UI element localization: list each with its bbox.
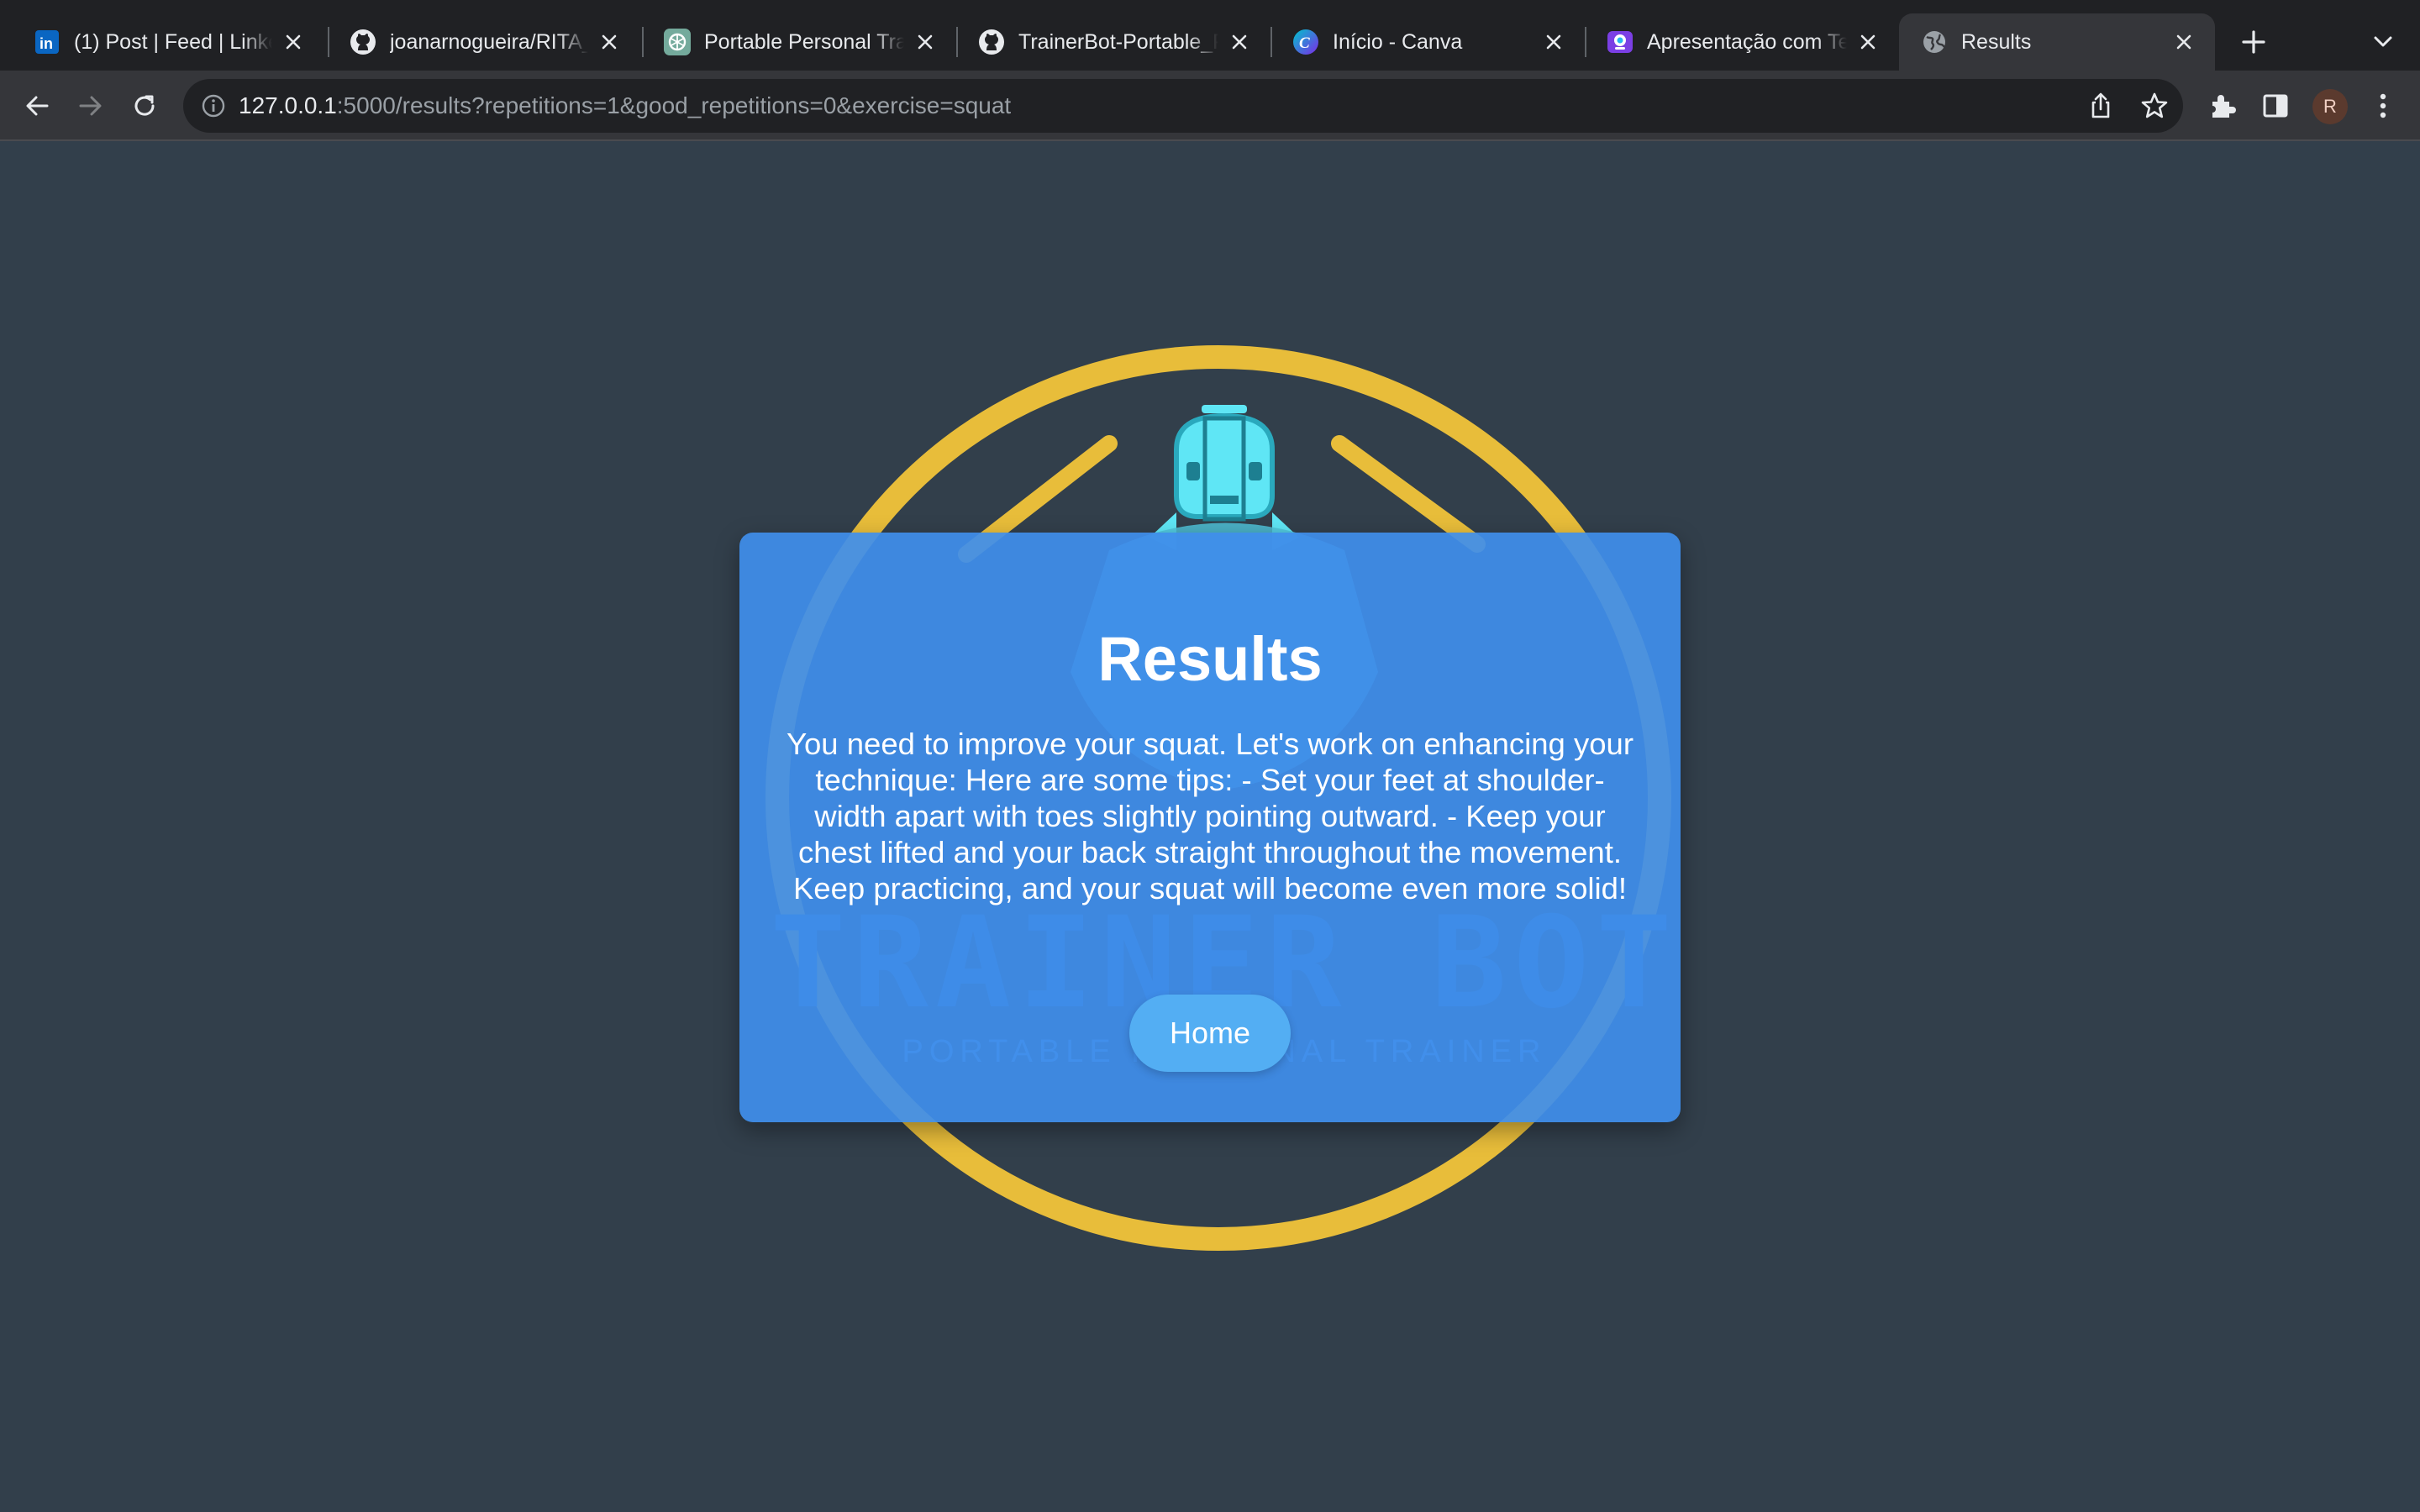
profile-avatar[interactable]: R <box>2312 89 2348 124</box>
tab-github-rita[interactable]: joanarnogueira/RITA_AI <box>328 13 640 71</box>
github-icon <box>978 29 1005 55</box>
close-icon[interactable] <box>1541 29 1566 55</box>
share-icon[interactable] <box>2086 91 2116 121</box>
close-icon[interactable] <box>597 29 622 55</box>
close-icon[interactable] <box>1855 29 1881 55</box>
svg-text:C: C <box>1299 34 1310 52</box>
tab-title: TrainerBot-Portable_Personal <box>1018 29 1218 54</box>
tab-title: Portable Personal Trainer <box>704 29 904 54</box>
tab-title: Results <box>1961 29 2032 54</box>
address-bar[interactable]: 127.0.0.1:5000/results?repetitions=1&goo… <box>183 79 2183 133</box>
tab-title: Apresentação com Templates <box>1647 29 1847 54</box>
browser-toolbar: 127.0.0.1:5000/results?repetitions=1&goo… <box>0 71 2420 141</box>
extensions-icon[interactable] <box>2205 89 2238 123</box>
tab-title: joanarnogueira/RITA_AI <box>390 29 588 54</box>
linkedin-icon: in <box>34 29 60 55</box>
plus-icon <box>2242 30 2265 54</box>
side-panel-icon[interactable] <box>2259 89 2292 123</box>
tab-title: Início - Canva <box>1333 29 1463 54</box>
tab-results[interactable]: Results <box>1899 13 2215 71</box>
reload-button[interactable] <box>124 86 165 126</box>
tab-linkedin[interactable]: in (1) Post | Feed | LinkedIn <box>12 13 324 71</box>
info-icon[interactable] <box>200 92 227 119</box>
back-button[interactable] <box>17 86 57 126</box>
tab-canva[interactable]: C Início - Canva <box>1270 13 1585 71</box>
arrow-right-icon <box>79 96 102 116</box>
canva-icon: C <box>1292 29 1319 55</box>
close-icon[interactable] <box>913 29 938 55</box>
openai-icon <box>664 29 691 55</box>
reload-icon <box>134 95 155 116</box>
arrow-left-icon <box>26 96 49 116</box>
page-content: TRAINER BOT PORTABLE PERSONAL TRAINER Re… <box>0 143 2420 1512</box>
new-tab-button[interactable] <box>2235 24 2272 60</box>
github-icon <box>350 29 376 55</box>
close-icon[interactable] <box>281 29 306 55</box>
tab-search-button[interactable] <box>2366 25 2400 59</box>
results-card: Results You need to improve your squat. … <box>739 533 1681 1122</box>
address-url[interactable]: 127.0.0.1:5000/results?repetitions=1&goo… <box>239 79 1011 133</box>
address-host: 127.0.0.1 <box>239 92 337 118</box>
results-heading: Results <box>1097 624 1323 694</box>
more-menu-icon[interactable] <box>2366 89 2400 123</box>
presentation-icon <box>1607 29 1634 55</box>
tab-apresentacao[interactable]: Apresentação com Templates <box>1585 13 1899 71</box>
address-path: :5000/results?repetitions=1&good_repetit… <box>336 92 1012 118</box>
close-icon[interactable] <box>1227 29 1252 55</box>
tab-portable-trainer[interactable]: Portable Personal Trainer <box>642 13 956 71</box>
forward-button[interactable] <box>71 86 111 126</box>
bookmark-star-icon[interactable] <box>2139 91 2170 121</box>
close-icon[interactable] <box>2171 29 2196 55</box>
globe-icon <box>1921 29 1948 55</box>
svg-text:in: in <box>39 35 53 52</box>
tab-title: (1) Post | Feed | LinkedIn <box>74 29 272 54</box>
chevron-down-icon <box>2374 36 2392 47</box>
home-button[interactable]: Home <box>1129 995 1291 1072</box>
feedback-message: You need to improve your squat. Let's wo… <box>786 727 1634 906</box>
tab-github-trainerbot[interactable]: TrainerBot-Portable_Personal <box>956 13 1270 71</box>
tab-strip: in (1) Post | Feed | LinkedIn joanarnogu… <box>0 0 2420 71</box>
